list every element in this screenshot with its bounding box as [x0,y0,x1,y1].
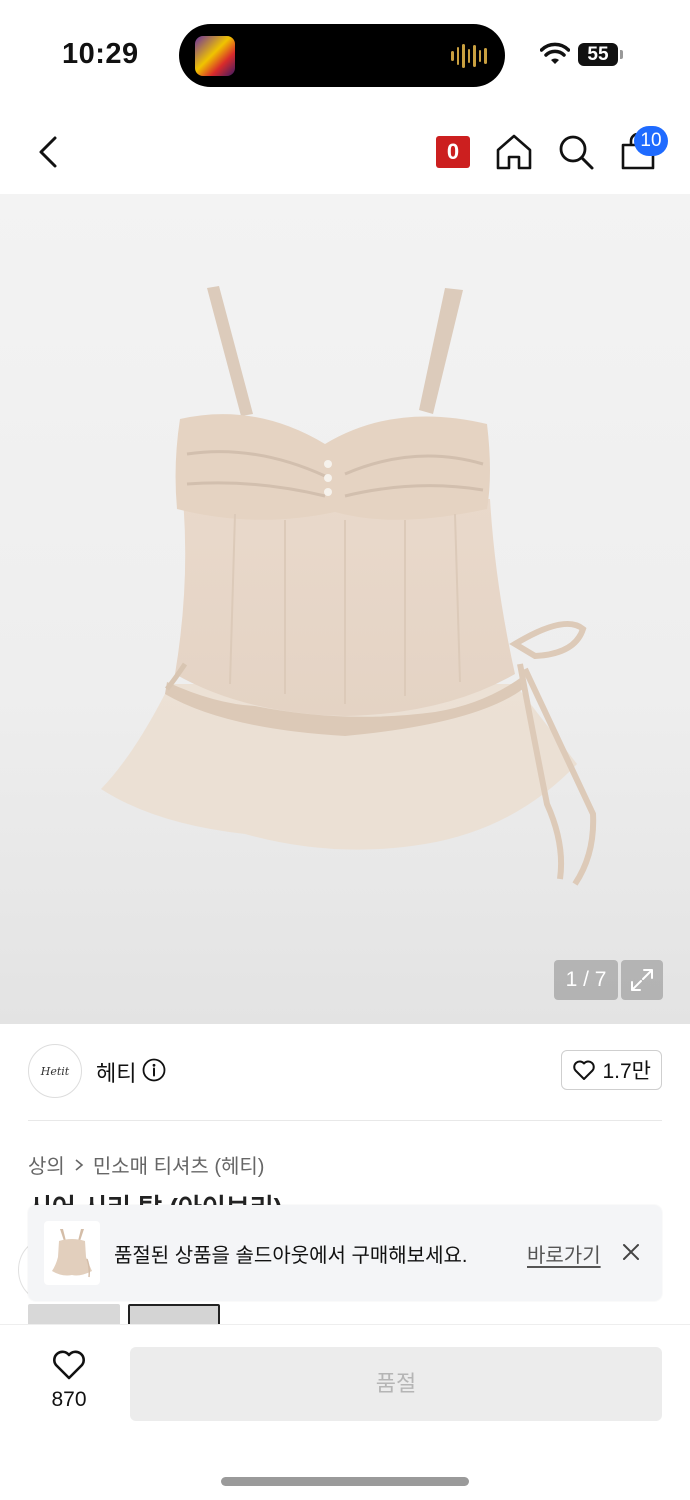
heart-icon [53,1350,85,1380]
expand-icon [631,969,653,991]
image-counter: 1 / 7 [554,960,618,1000]
back-button[interactable] [24,128,72,176]
status-bar: 10:29 55 [0,0,690,110]
status-time: 10:29 [62,38,139,70]
brand-row: Hetit 헤티 1.7만 [28,1044,662,1100]
toast-product-thumbnail [44,1221,100,1285]
brand-like-count: 1.7만 [602,1060,651,1083]
soldout-toast: 품절된 상품을 솔드아웃에서 구매해보세요. 바로가기 [28,1205,662,1301]
battery-tip [620,50,623,59]
color-option-selected[interactable] [128,1304,220,1326]
wishlist-button[interactable]: 870 [34,1349,104,1419]
product-image-gallery[interactable]: 1 / 7 [0,194,690,1024]
brand-logo[interactable]: Hetit [28,1044,82,1098]
product-photo [101,286,597,886]
toast-message: 품절된 상품을 솔드아웃에서 구매해보세요. [114,1245,468,1267]
points-badge: 0 [436,136,470,168]
color-option[interactable] [28,1304,120,1326]
heart-icon [573,1060,596,1080]
home-icon [496,134,532,170]
brand-name[interactable]: 헤티 [96,1056,136,1088]
brand-logo-text: Hetit [40,1064,70,1078]
bottom-action-bar: 870 품절 [0,1324,690,1500]
wishlist-count: 870 [51,1388,87,1411]
brand-like-button[interactable]: 1.7만 [561,1050,662,1090]
soldout-button[interactable]: 품절 [130,1347,662,1421]
battery-indicator: 55 [578,43,618,66]
color-options [28,1304,220,1326]
points-button[interactable]: 0 [429,128,477,176]
dynamic-island[interactable] [179,24,505,87]
breadcrumb-category[interactable]: 상의 [28,1150,65,1179]
home-indicator [221,1477,469,1486]
wifi-icon [540,42,570,64]
top-navigation: 0 [0,110,690,194]
info-icon[interactable] [142,1058,166,1082]
cart-count-badge: 10 [634,126,668,156]
search-button[interactable] [552,128,600,176]
chevron-right-icon [75,1158,84,1171]
search-icon [559,135,594,170]
now-playing-artwork [195,36,235,76]
thumbnail-garment [52,1229,92,1278]
expand-image-button[interactable] [621,960,663,1000]
section-divider [28,1120,662,1121]
home-button[interactable] [490,128,538,176]
breadcrumb: 상의 민소매 티셔츠 (헤티) [28,1150,264,1179]
audio-waveform-icon [451,42,488,70]
back-arrow-icon [39,136,57,168]
close-icon[interactable] [618,1239,644,1265]
breadcrumb-subcategory[interactable]: 민소매 티셔츠 (헤티) [93,1150,265,1179]
toast-go-link[interactable]: 바로가기 [527,1239,601,1268]
